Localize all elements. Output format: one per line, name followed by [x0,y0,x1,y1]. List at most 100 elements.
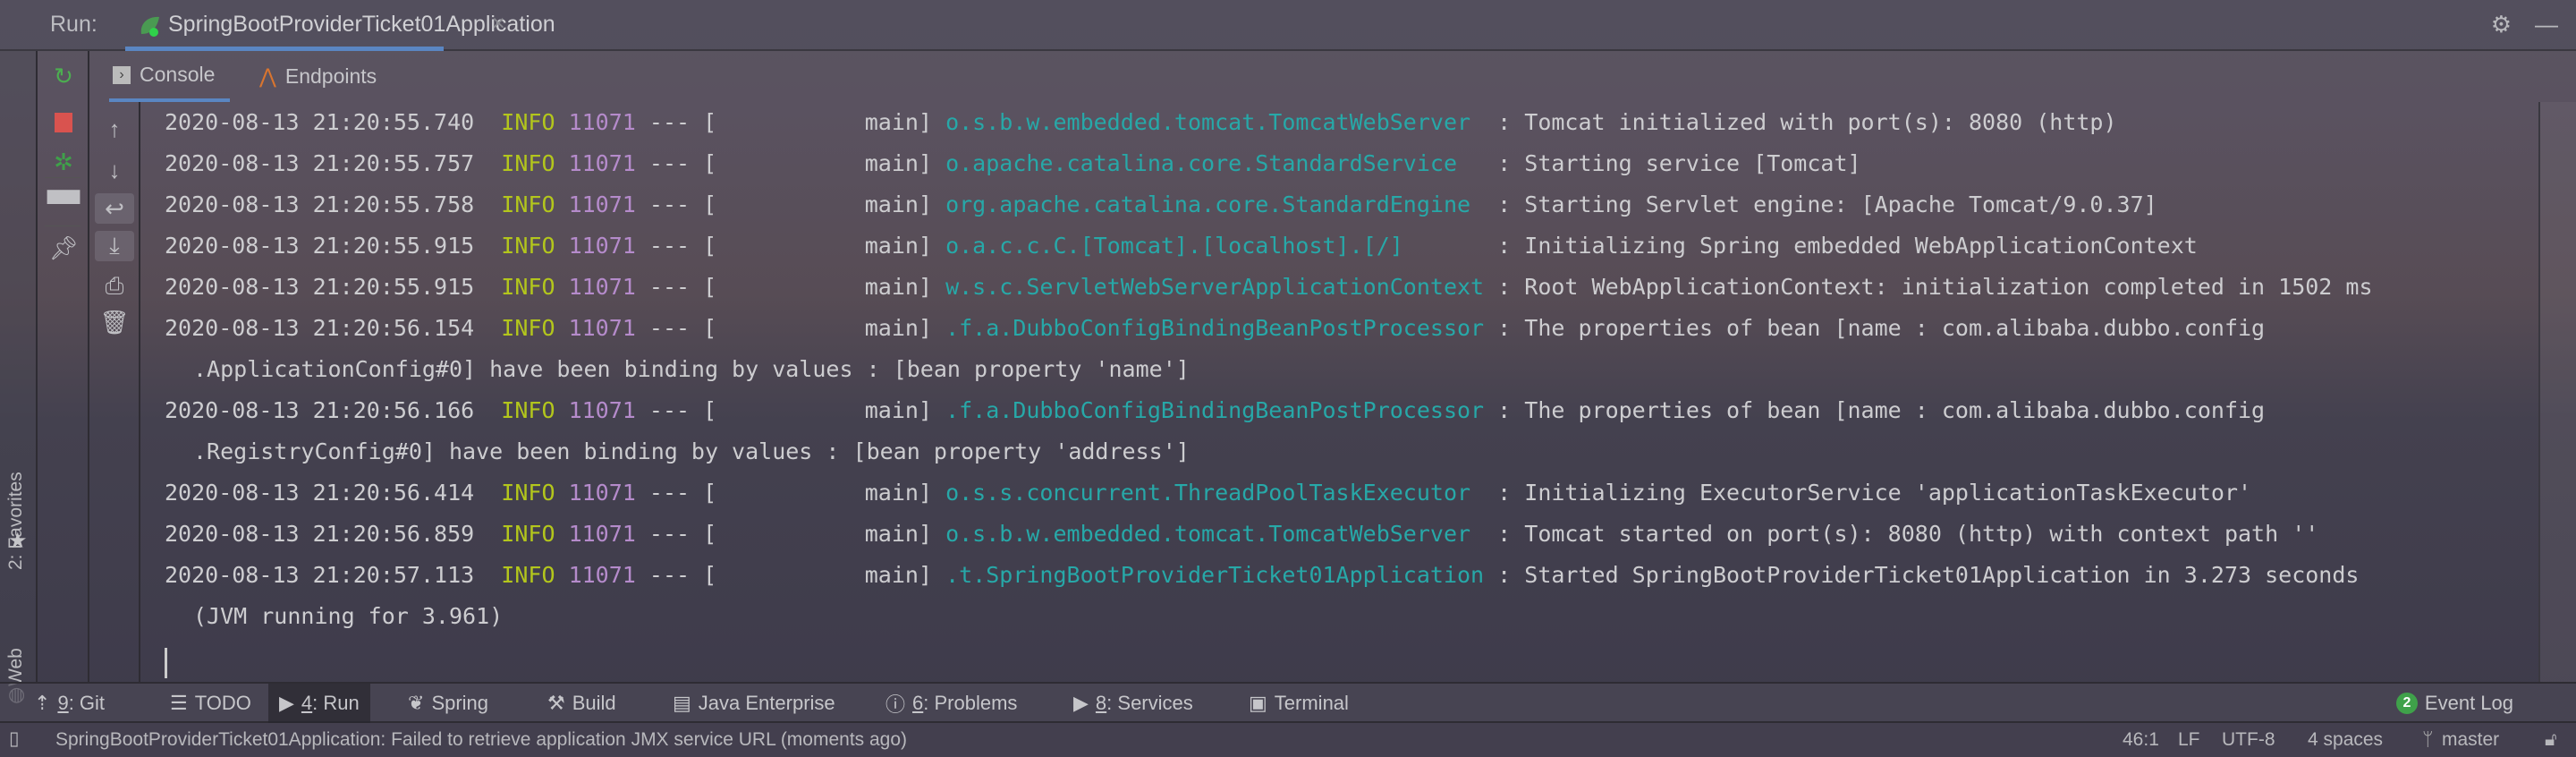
log-message: : Starting service [Tomcat] [1497,150,1861,176]
vertical-scrollbar[interactable] [2538,102,2576,682]
scroll-to-end-icon[interactable]: ⤓ [95,231,134,261]
indent-setting[interactable]: 4 spaces [2308,729,2383,751]
gear-icon[interactable]: ⚙ [2491,11,2512,38]
timestamp: 2020-08-13 21:20:56.154 [165,315,475,341]
tool-window-bar: 2 Event Log ⇡ 9: Git ☰ TODO ▶ 4: Run ❦ Spring ⚒ B… [0,682,2576,723]
caret-position[interactable]: 46:1 [2123,729,2159,751]
run-side-toolbar: ↻ ✲ ▀▀ 📌︎ [38,51,89,682]
status-bar: ▯ SpringBootProviderTicket01Application:… [0,723,2576,757]
log-level: INFO [501,109,555,135]
tool-window-git[interactable]: ⇡ 9: Git [34,684,105,723]
log-level: INFO [501,562,555,588]
web-tab[interactable]: Web [5,648,27,686]
git-branch-icon: ᛘ [2422,729,2434,750]
terminal-icon: ▣ [1249,692,1267,714]
thread-name: [ main] [703,397,932,423]
console-icon: › [113,65,131,84]
spring-icon: ❦ [408,692,425,714]
timestamp: 2020-08-13 21:20:55.757 [165,150,475,176]
tool-window-label: TODO [194,692,251,714]
separator: --- [648,191,691,217]
timestamp: 2020-08-13 21:20:55.915 [165,233,475,259]
log-line: 2020-08-13 21:20:55.757 INFO 11071 --- [… [165,143,1861,184]
logger-name: o.s.b.w.embedded.tomcat.TomcatWebServer [945,521,1498,547]
tool-window-services[interactable]: ▶ 8: Services [1073,684,1193,723]
run-label: Run: [50,12,97,37]
mnemonic: 8 [1095,692,1107,714]
tool-window-label: Terminal [1274,692,1349,714]
close-tab-icon[interactable]: × [492,11,505,37]
services-icon: ▶ [1073,692,1089,714]
tool-window-run[interactable]: ▶ 4: Run [268,684,370,723]
lock-icon[interactable]: 🔓︎ [2545,729,2557,751]
log-message: : The properties of bean [name : com.ali… [1497,315,2266,341]
thread-name: [ main] [703,480,932,506]
run-toolbar: Run: SpringBootProviderTicket01Applicati… [0,0,2576,51]
tool-window-problems[interactable]: ⓘ 6: Problems [886,684,1017,723]
separator: --- [648,274,691,300]
status-message[interactable]: SpringBootProviderTicket01Application: F… [55,729,907,751]
tool-window-label: Build [572,692,616,714]
text-cursor [165,648,167,678]
log-level: INFO [501,150,555,176]
log-message: : Initializing Spring embedded WebApplic… [1497,233,2198,259]
event-log-button[interactable]: 2 Event Log [2395,684,2513,723]
arrow-down-icon[interactable]: ↓ [97,152,132,188]
tab-console[interactable]: › Console [109,51,230,102]
mnemonic: 4 [301,692,313,714]
tab-endpoints[interactable]: ⋀ Endpoints [259,51,377,102]
run-icon: ▶ [279,692,294,714]
favorites-tab[interactable]: 2: Favorites [5,472,27,570]
line-separator[interactable]: LF [2178,729,2200,751]
process-id: 11071 [568,274,636,300]
soft-wrap-icon[interactable]: ↩ [95,193,134,224]
log-message: : Tomcat started on port(s): 8080 (http)… [1497,521,2319,547]
java-enterprise-icon: ▤ [673,692,691,714]
status-panel-icon[interactable]: ▯ [9,727,20,750]
tool-window-todo[interactable]: ☰ TODO [170,684,251,723]
process-id: 11071 [568,233,636,259]
tool-window-label: 4: Run [301,692,360,714]
tool-window-javaenterprise[interactable]: ▤ Java Enterprise [673,684,835,723]
console-toolbar: ↑ ↓ ↩ ⤓ ⎙ 🗑︎ [89,102,140,682]
console-output[interactable]: 2020-08-13 21:20:55.740 INFO 11071 --- [… [140,102,2538,682]
console-tabs: › Console ⋀ Endpoints [89,51,2576,102]
log-message: : The properties of bean [name : com.ali… [1497,397,2266,423]
git-branch[interactable]: master [2442,729,2499,751]
left-tool-strip: 2: Favorites ★ Web ◍ [0,51,38,705]
debug-attach-icon[interactable]: ✲ [46,144,81,180]
tool-window-build[interactable]: ⚒ Build [547,684,616,723]
log-level: INFO [501,521,555,547]
rerun-icon[interactable]: ↻ [46,58,81,94]
todo-icon: ☰ [170,692,188,714]
process-id: 11071 [568,150,636,176]
endpoints-icon: ⋀ [259,64,276,88]
run-config-tab[interactable]: SpringBootProviderTicket01Application × [125,0,555,51]
timestamp: 2020-08-13 21:20:55.740 [165,109,475,135]
timestamp: 2020-08-13 21:20:56.414 [165,480,475,506]
tool-window-label: 8: Services [1095,692,1193,714]
log-level: INFO [501,480,555,506]
build-icon: ⚒ [547,692,565,714]
minimize-icon[interactable]: — [2535,11,2558,38]
thread-name: [ main] [703,233,932,259]
timestamp: 2020-08-13 21:20:55.758 [165,191,475,217]
process-id: 11071 [568,480,636,506]
log-level: INFO [501,315,555,341]
log-line: 2020-08-13 21:20:56.154 INFO 11071 --- [… [165,308,2265,349]
pin-icon[interactable]: 📌︎ [46,230,81,266]
timestamp: 2020-08-13 21:20:55.915 [165,274,475,300]
file-encoding[interactable]: UTF-8 [2222,729,2275,751]
process-id: 11071 [568,315,636,341]
stop-icon[interactable] [46,105,81,140]
log-message: : Starting Servlet engine: [Apache Tomca… [1497,191,2157,217]
trash-icon[interactable]: 🗑︎ [97,304,132,340]
layout-icon[interactable]: ▀▀ [46,185,81,221]
log-line: 2020-08-13 21:20:55.915 INFO 11071 --- [… [165,225,2198,267]
tool-window-spring[interactable]: ❦ Spring [408,684,488,723]
logger-name: o.s.b.w.embedded.tomcat.TomcatWebServer [945,109,1498,135]
process-id: 11071 [568,562,636,588]
print-icon[interactable]: ⎙ [97,268,132,304]
arrow-up-icon[interactable]: ↑ [97,111,132,147]
tool-window-terminal[interactable]: ▣ Terminal [1249,684,1349,723]
